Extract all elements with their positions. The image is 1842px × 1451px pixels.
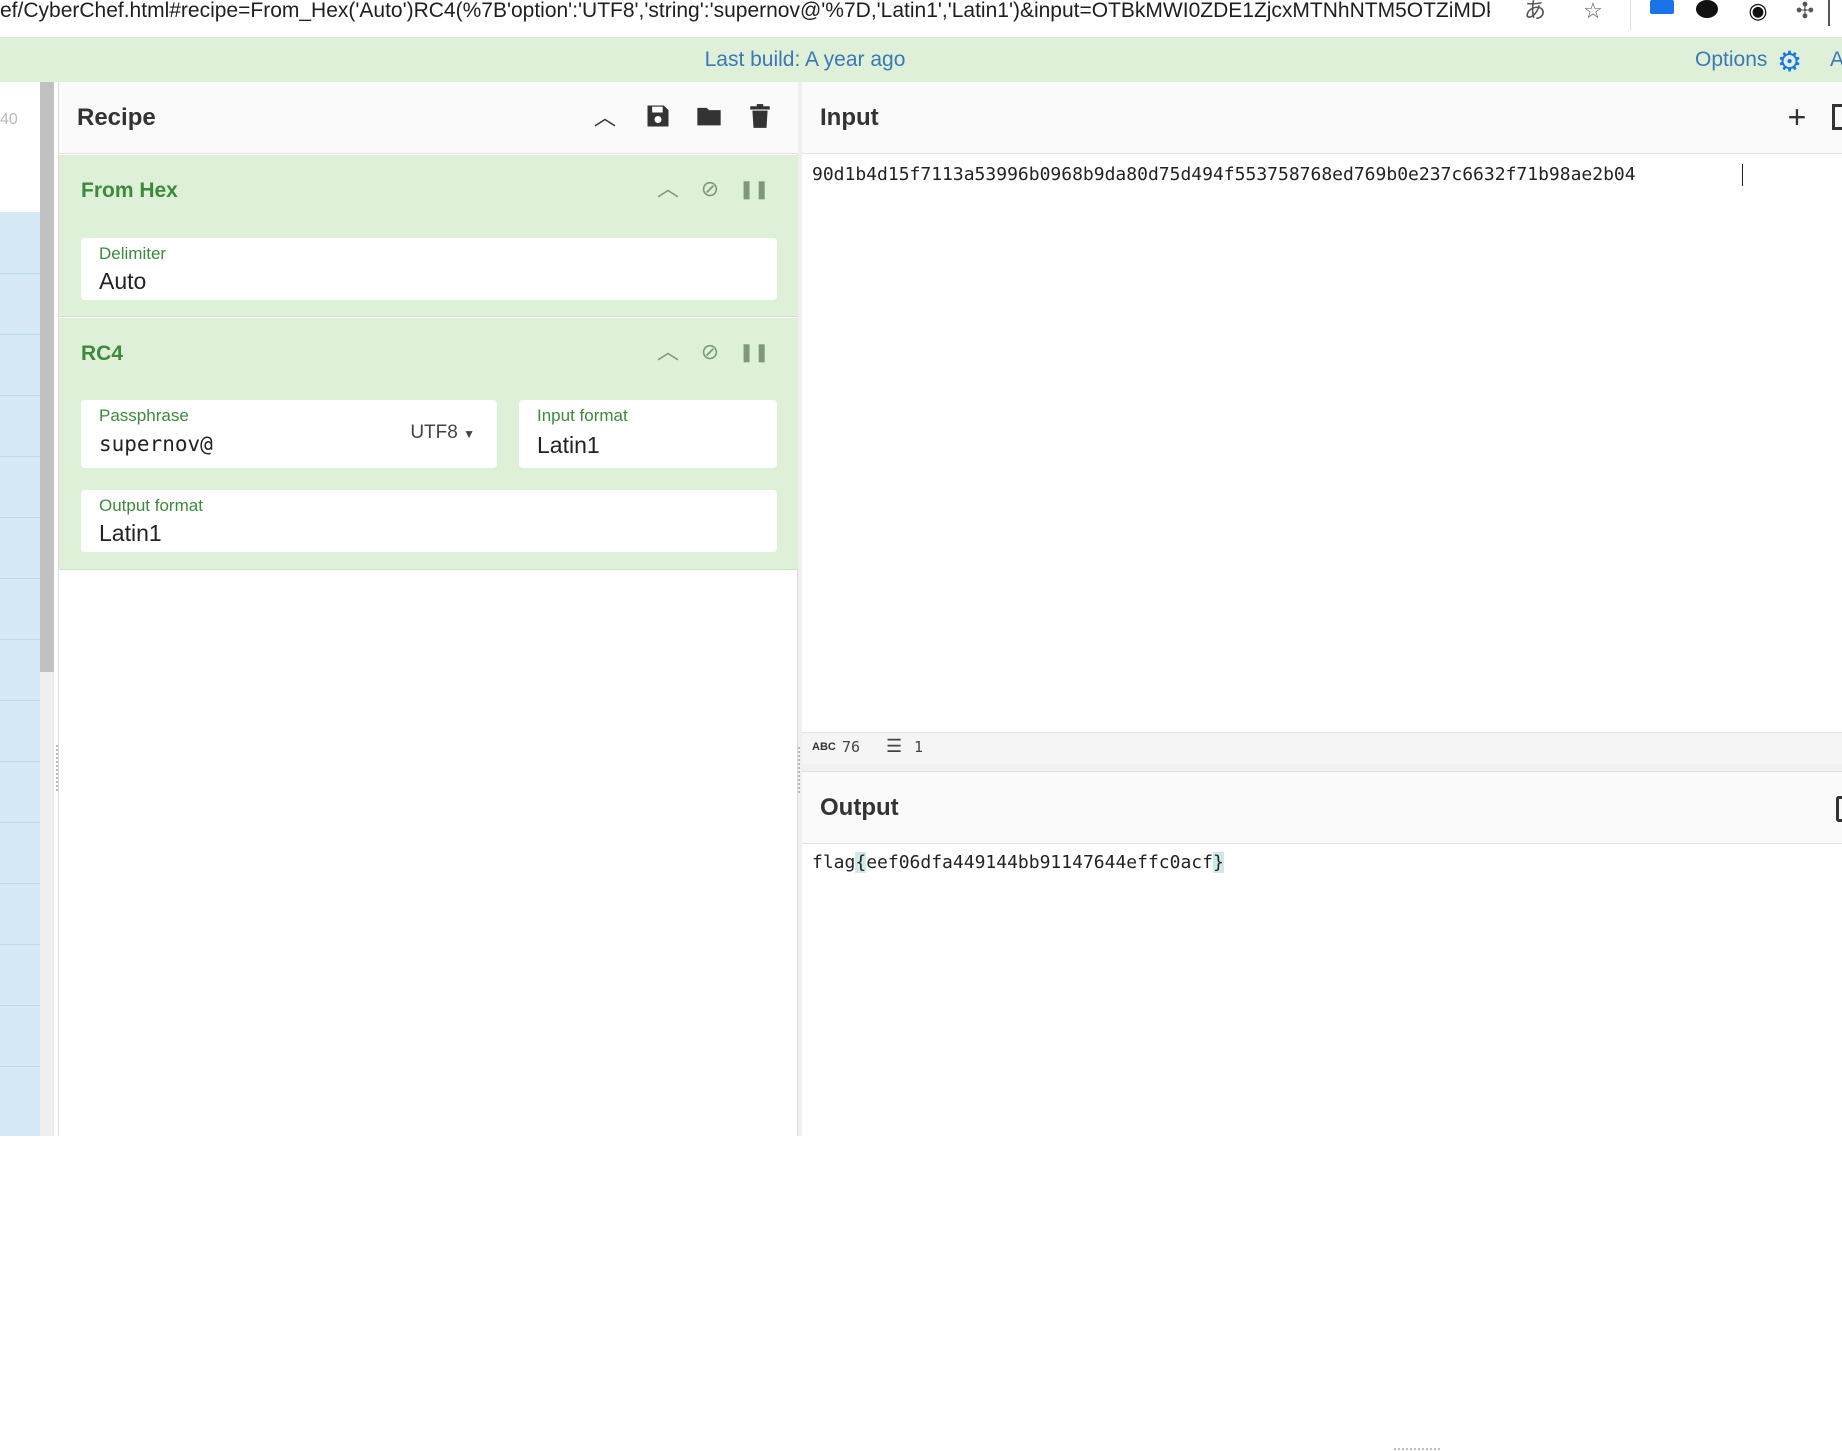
- star-icon[interactable]: ☆: [1578, 0, 1608, 24]
- output-body: eef06dfa449144bb91147644effc0acf: [866, 852, 1213, 873]
- input-lines: 1: [914, 738, 924, 756]
- pause-icon[interactable]: ❚❚: [739, 175, 769, 203]
- ops-row-line: [0, 761, 40, 762]
- input-title: Input: [820, 104, 879, 131]
- passphrase-value[interactable]: supernov@: [99, 432, 213, 456]
- operations-panel: 40: [0, 82, 40, 1136]
- circle-extension-icon[interactable]: [1696, 0, 1718, 18]
- last-build-text: Last build: A year ago: [704, 48, 906, 71]
- field-label: Passphrase: [99, 406, 189, 425]
- operation-name: From Hex: [81, 179, 178, 202]
- chevron-up-icon[interactable]: ︿: [589, 102, 621, 134]
- input-header: Input +: [802, 82, 1842, 154]
- field-label: Delimiter: [99, 244, 167, 263]
- build-banner: Last build: A year ago Options ⚙ A: [0, 38, 1842, 82]
- chevron-up-icon[interactable]: ︿: [654, 175, 682, 203]
- output-open-brace: {: [855, 852, 867, 873]
- save-icon[interactable]: [642, 102, 674, 134]
- resize-handle[interactable]: [798, 747, 801, 793]
- recipe-header: Recipe ︿: [59, 82, 799, 154]
- operations-scrollbar-thumb[interactable]: [40, 82, 54, 672]
- tab-icon[interactable]: [1650, 0, 1674, 14]
- toolbar-divider: [1630, 0, 1631, 30]
- field-value: Latin1: [537, 432, 600, 458]
- add-tab-icon[interactable]: +: [1780, 100, 1814, 134]
- ops-row-line: [0, 883, 40, 884]
- operation-from-hex[interactable]: From Hex ︿ ⊘ ❚❚ Delimiter Auto: [59, 155, 799, 317]
- output-close-brace: }: [1212, 852, 1224, 873]
- abc-icon: ABC: [812, 741, 836, 753]
- toolbar-edge: [1828, 0, 1830, 26]
- open-file-icon[interactable]: [1832, 104, 1842, 130]
- disable-icon[interactable]: ⊘: [696, 175, 724, 203]
- encoding-value: UTF8: [410, 422, 458, 443]
- folder-icon[interactable]: [693, 102, 725, 134]
- operations-search-partial[interactable]: 40: [0, 82, 40, 158]
- about-link-partial[interactable]: A: [1830, 38, 1842, 82]
- io-panel: Input + 90d1b4d15f7113a53996b0968b9da80d…: [802, 82, 1842, 1450]
- lines-icon: ☰: [886, 736, 903, 756]
- ops-row-line: [0, 822, 40, 823]
- chevron-up-icon[interactable]: ︿: [654, 338, 682, 366]
- trash-icon[interactable]: [744, 102, 776, 134]
- ops-row-line: [0, 1066, 40, 1067]
- disable-icon[interactable]: ⊘: [696, 338, 724, 366]
- puzzle-icon[interactable]: ✣: [1790, 0, 1820, 24]
- operation-rc4[interactable]: RC4 ︿ ⊘ ❚❚ Passphrase supernov@ UTF8 ▼ I…: [59, 318, 799, 570]
- horizontal-splitter[interactable]: [802, 764, 1842, 1450]
- operation-name: RC4: [81, 342, 124, 365]
- browser-toolbar: ef/CyberChef.html#recipe=From_Hex('Auto'…: [0, 0, 1842, 38]
- field-value: Latin1: [99, 520, 162, 546]
- gear-icon[interactable]: ⚙: [1777, 48, 1807, 78]
- input-format-field[interactable]: Input format Latin1: [519, 400, 777, 468]
- output-format-field[interactable]: Output format Latin1: [81, 490, 777, 552]
- recipe-title: Recipe: [77, 104, 156, 131]
- ops-row-line: [0, 1005, 40, 1006]
- pause-icon[interactable]: ❚❚: [739, 338, 769, 366]
- ops-row-line: [0, 395, 40, 396]
- ops-row-line: [0, 944, 40, 945]
- delimiter-field[interactable]: Delimiter Auto: [81, 238, 777, 300]
- operations-list[interactable]: [0, 212, 40, 1136]
- extension-icon[interactable]: ◉: [1743, 0, 1773, 24]
- encoding-dropdown[interactable]: UTF8 ▼: [410, 422, 475, 444]
- ops-row-line: [0, 639, 40, 640]
- ops-row-line: [0, 334, 40, 335]
- recipe-panel: Recipe ︿ From Hex ︿ ⊘ ❚❚ Delimiter Auto …: [58, 82, 799, 1136]
- caret-down-icon: ▼: [463, 427, 475, 441]
- output-prefix: flag: [812, 852, 856, 873]
- output-title: Output: [820, 794, 899, 821]
- output-header: Output: [802, 772, 1842, 844]
- options-link[interactable]: Options: [1695, 38, 1767, 82]
- ops-row-line: [0, 273, 40, 274]
- input-status-bar: ABC 76 ☰ 1: [802, 732, 1842, 764]
- field-value: Auto: [99, 268, 147, 294]
- text-cursor: [1742, 164, 1743, 186]
- ops-row-line: [0, 700, 40, 701]
- passphrase-field[interactable]: Passphrase supernov@ UTF8 ▼: [81, 400, 497, 468]
- output-text[interactable]: flag{eef06dfa449144bb91147644effc0acf}: [812, 852, 1224, 873]
- field-label: Output format: [99, 496, 203, 515]
- input-textarea[interactable]: 90d1b4d15f7113a53996b0968b9da80d75d494f5…: [812, 164, 1636, 185]
- ops-row-line: [0, 456, 40, 457]
- input-length: 76: [842, 738, 861, 756]
- field-label: Input format: [537, 406, 628, 425]
- translate-icon[interactable]: あ: [1520, 0, 1550, 24]
- ops-row-line: [0, 517, 40, 518]
- ops-row-line: [0, 578, 40, 579]
- address-bar[interactable]: ef/CyberChef.html#recipe=From_Hex('Auto'…: [0, 0, 1490, 22]
- save-output-icon[interactable]: [1836, 796, 1842, 822]
